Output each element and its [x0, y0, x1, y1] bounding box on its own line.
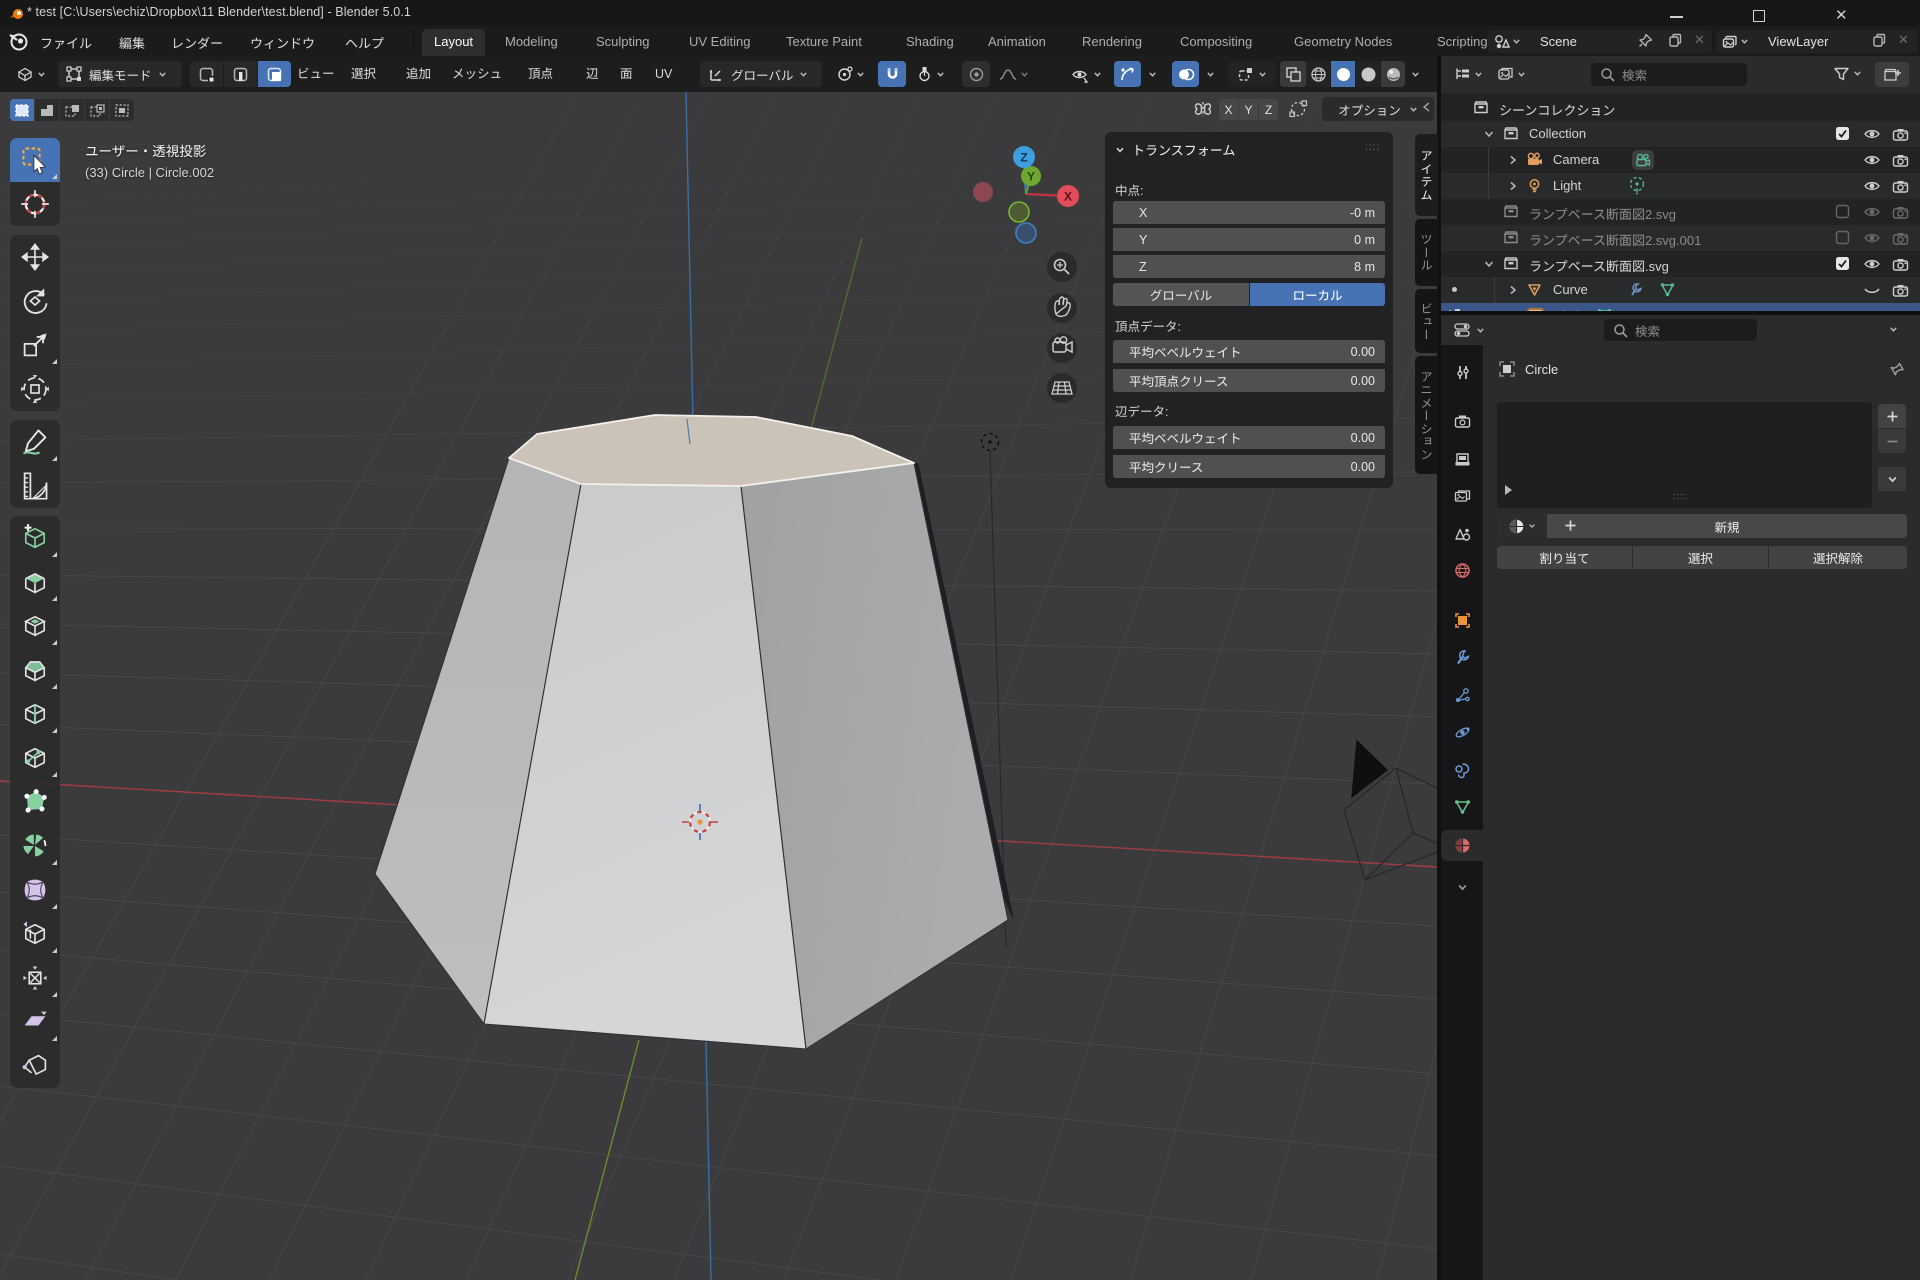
svg-text:Y: Y	[1027, 170, 1035, 184]
svg-text:Z: Z	[1020, 151, 1027, 165]
svg-text:X: X	[1064, 190, 1072, 204]
